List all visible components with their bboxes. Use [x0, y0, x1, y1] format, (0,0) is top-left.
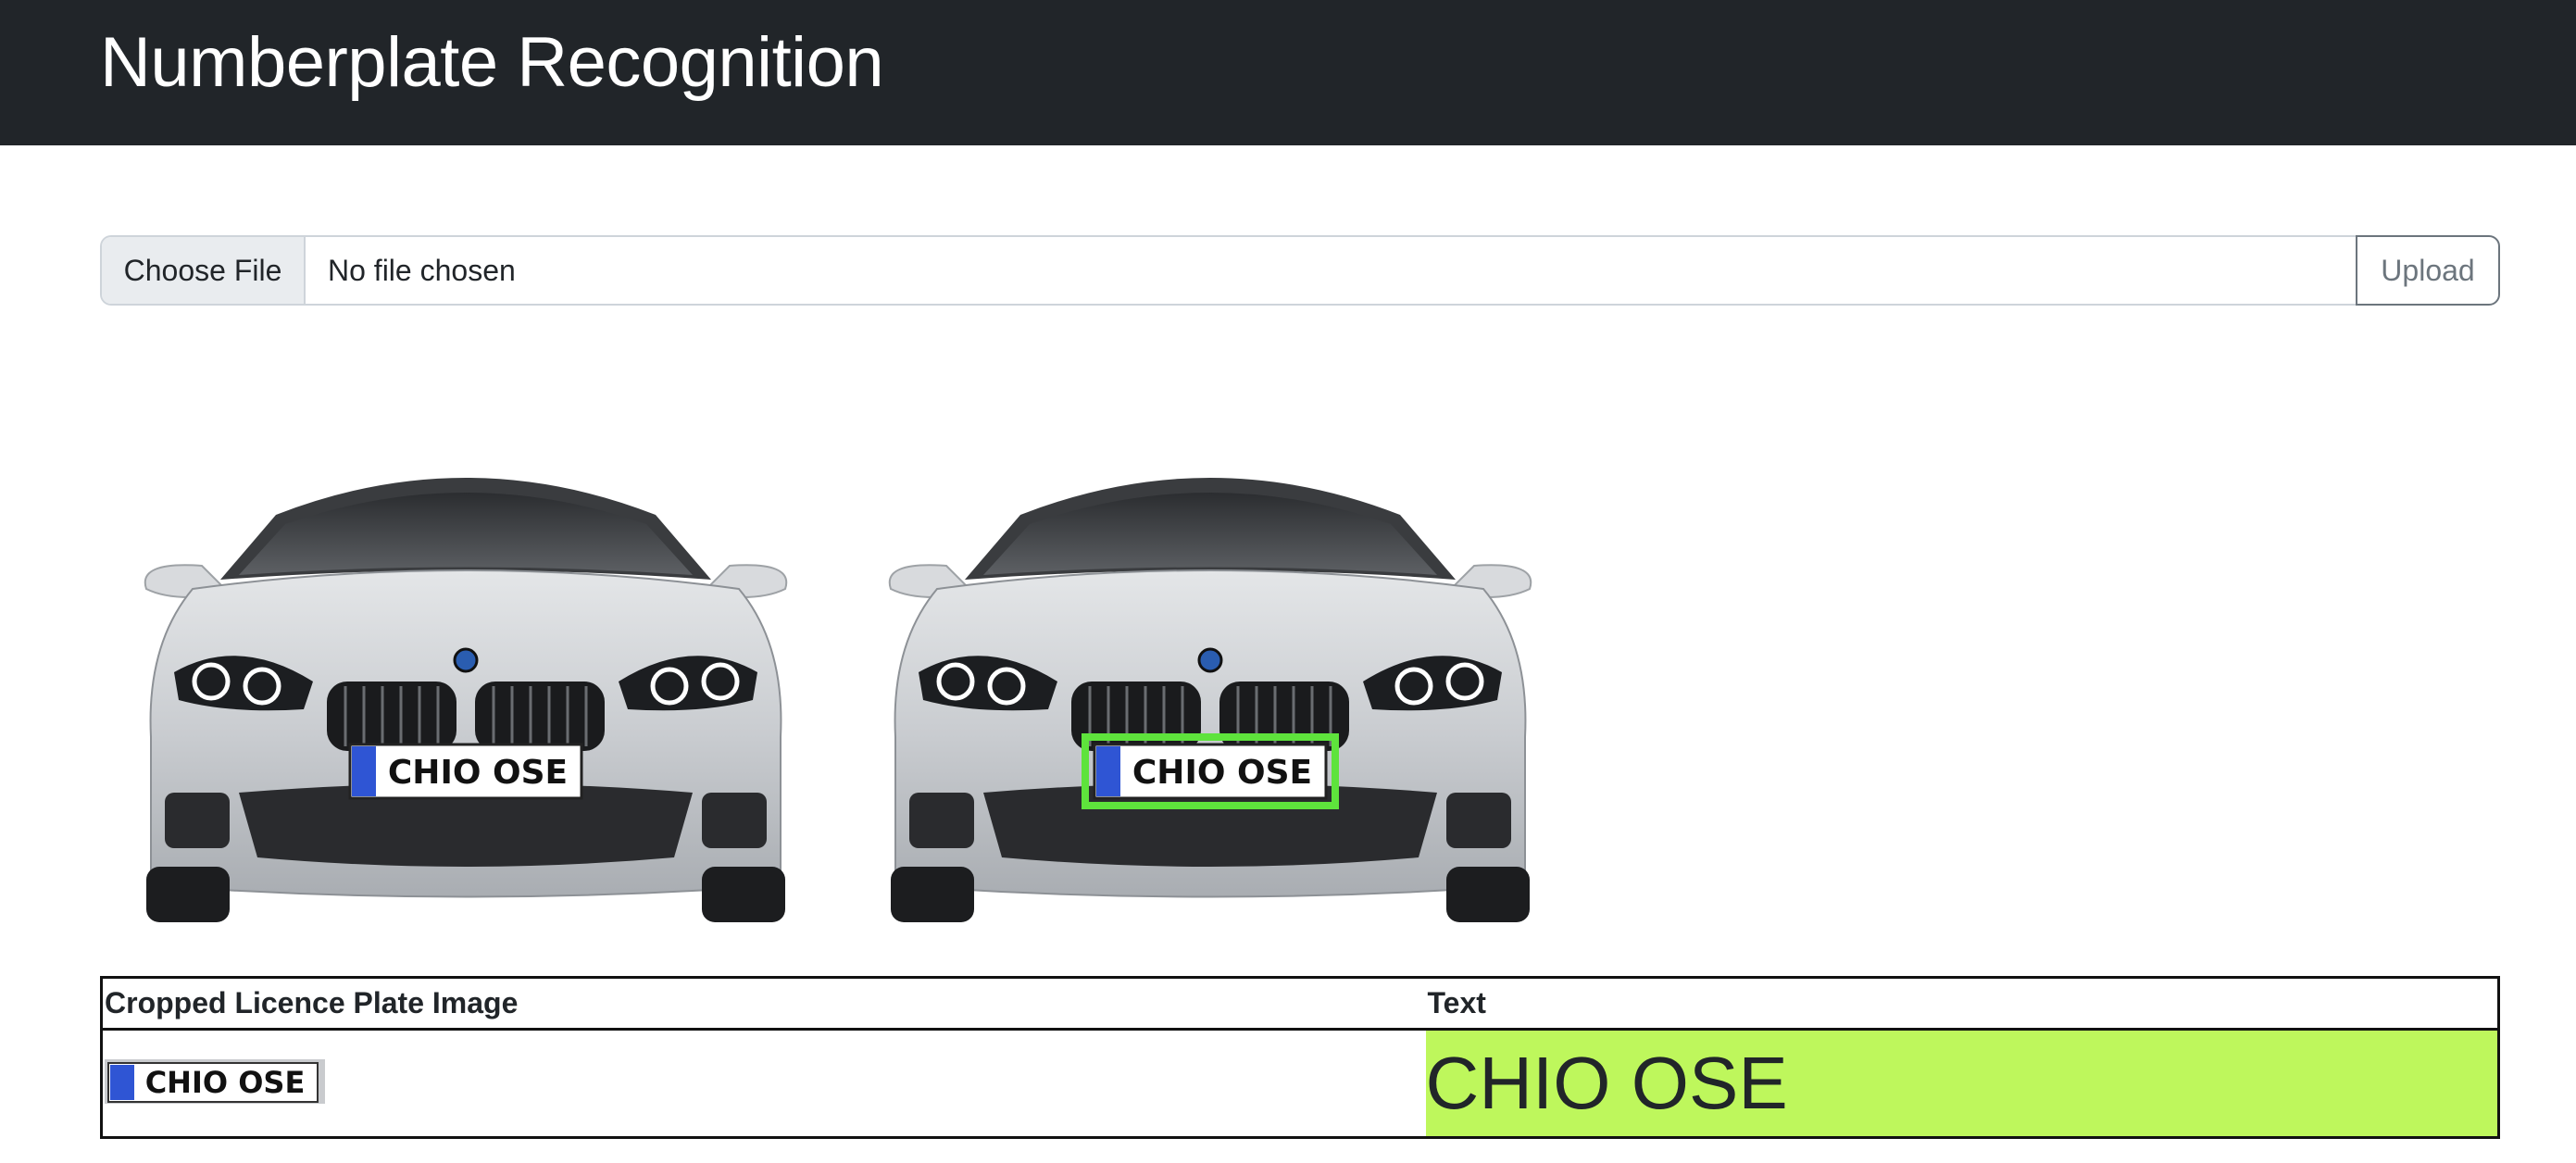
page-title: Numberplate Recognition: [100, 23, 884, 102]
car-illustration: CHIO OSE: [144, 478, 788, 922]
car-illustration: CHIO OSE: [888, 478, 1532, 922]
table-header-row: Cropped Licence Plate Image Text: [101, 977, 2499, 1031]
recognized-plate-text: CHIO OSE: [1425, 1029, 2499, 1138]
original-car-image: CHIO OSE: [100, 404, 832, 932]
results-table: Cropped Licence Plate Image Text CHIO OS…: [100, 976, 2500, 1139]
file-input[interactable]: Choose File No file chosen: [100, 235, 2356, 306]
cropped-plate-image: CHIO OSE: [105, 1058, 325, 1104]
upload-form: Choose File No file chosen Upload: [100, 235, 2500, 306]
column-header-text: Text: [1425, 977, 2499, 1031]
choose-file-button[interactable]: Choose File: [102, 237, 306, 304]
file-status-text: No file chosen: [328, 253, 516, 287]
plate-text: CHIO OSE: [1132, 754, 1312, 792]
upload-button[interactable]: Upload: [2356, 235, 2500, 306]
detected-car-image: CHIO OSE: [844, 404, 1576, 932]
plate-text: CHIO OSE: [388, 754, 568, 792]
cropped-plate-cell: CHIO OSE: [102, 1030, 1426, 1138]
table-row: CHIO OSE CHIO OSE: [102, 1029, 2499, 1138]
column-header-cropped-image: Cropped Licence Plate Image: [101, 977, 1426, 1031]
cropped-plate-text: CHIO OSE: [145, 1065, 306, 1100]
navbar: Numberplate Recognition: [0, 0, 2576, 145]
